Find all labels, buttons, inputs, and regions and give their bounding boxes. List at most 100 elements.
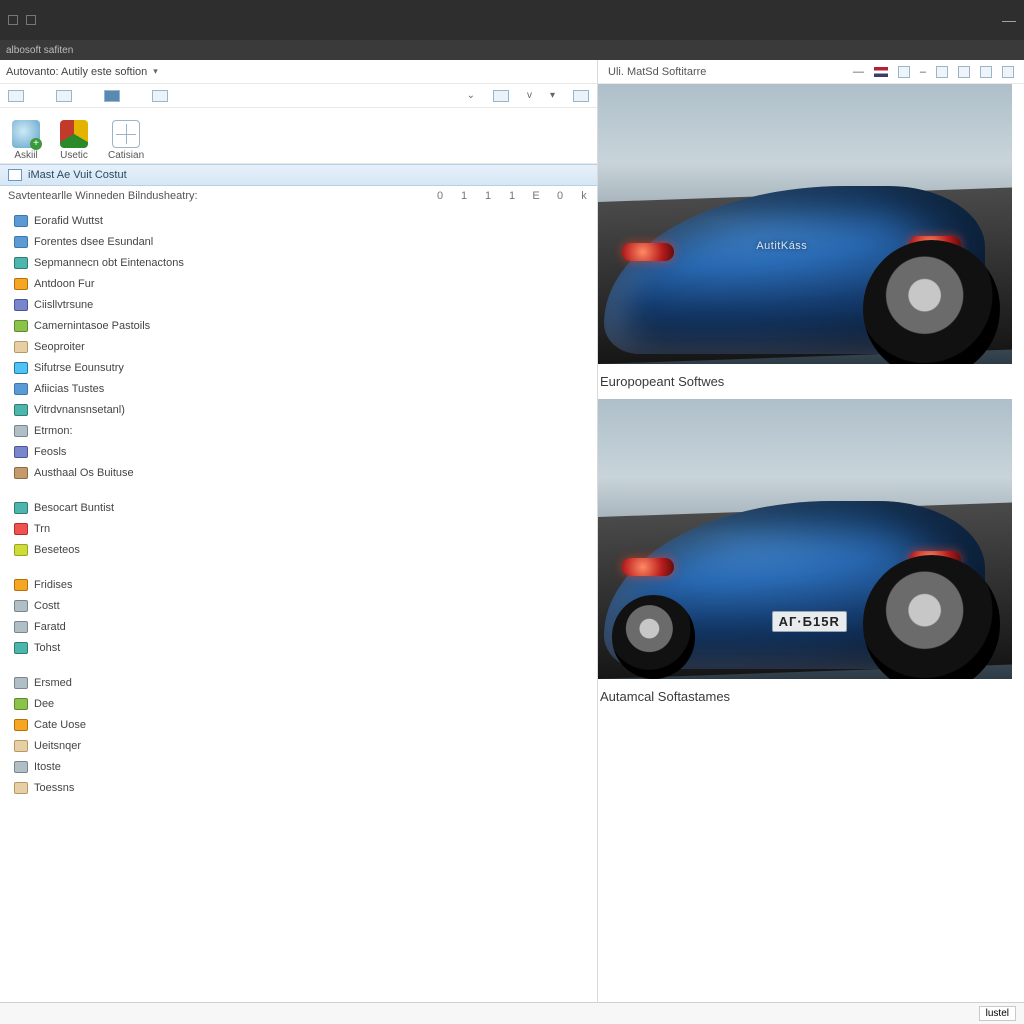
folder-icon [14, 215, 28, 227]
folder-icon [14, 383, 28, 395]
folder-icon [14, 341, 28, 353]
view-icon-5[interactable] [493, 90, 509, 102]
right-tool-icon-4[interactable] [980, 66, 992, 78]
tool-label: Catisian [108, 150, 144, 161]
dropdown-v-icon[interactable]: v [527, 90, 532, 101]
right-minimize[interactable]: — [853, 66, 864, 78]
product-card-1[interactable]: AutitKáss Europopeant Softwes [598, 84, 1024, 399]
tree-item[interactable]: Sifutrse Eounsutry [0, 357, 597, 378]
tree-item[interactable]: Vitrdvnansnsetanl) [0, 399, 597, 420]
window-minimize[interactable]: — [1002, 12, 1016, 28]
view-icon-3[interactable] [104, 90, 120, 102]
tree-item[interactable]: Etrmon: [0, 420, 597, 441]
tree-item[interactable]: Faratd [0, 616, 597, 637]
tree-item-label: Beseteos [34, 544, 80, 556]
tree-item[interactable]: Eorafid Wuttst [0, 210, 597, 231]
right-tool-icon[interactable] [898, 66, 910, 78]
wheel-icon [612, 595, 696, 679]
right-tool-icon-2[interactable] [936, 66, 948, 78]
product-caption-2: Autamcal Softastames [598, 679, 1024, 708]
tree-item[interactable]: Trn [0, 518, 597, 539]
folder-icon [14, 642, 28, 654]
taillight-icon [622, 558, 674, 576]
tally-cell: 1 [459, 190, 469, 202]
tool-askil[interactable]: Askiil [12, 120, 40, 161]
dropdown-dash-icon[interactable]: ▾ [550, 90, 555, 101]
tree-item[interactable]: Dee [0, 693, 597, 714]
tree-item[interactable]: Itoste [0, 756, 597, 777]
view-icon-1[interactable] [8, 90, 24, 102]
folder-icon [14, 677, 28, 689]
product-image-2: AГ·Б15R [598, 399, 1012, 679]
mini-ribbon: ⌄ v ▾ [0, 84, 597, 108]
right-tool-icon-3[interactable] [958, 66, 970, 78]
car-badge: AutitKáss [756, 240, 807, 252]
status-button[interactable]: lustel [979, 1006, 1016, 1021]
tree-item[interactable]: Beseteos [0, 539, 597, 560]
tree-item[interactable]: Afiicias Tustes [0, 378, 597, 399]
folder-icon [14, 761, 28, 773]
tree-item[interactable]: Toessns [0, 777, 597, 798]
view-icon-2[interactable] [56, 90, 72, 102]
tree-item[interactable]: Fridises [0, 574, 597, 595]
tree-item[interactable]: Sepmannecn obt Eintenactons [0, 252, 597, 273]
right-tool-icon-5[interactable] [1002, 66, 1014, 78]
folder-icon [14, 404, 28, 416]
category-label: iMast Ae Vuit Costut [28, 169, 127, 181]
tree-item-label: Itoste [34, 761, 61, 773]
tree-item[interactable]: Costt [0, 595, 597, 616]
tree-item[interactable]: Ersmed [0, 672, 597, 693]
tree-item[interactable]: Cate Uose [0, 714, 597, 735]
tally-cell: 0 [435, 190, 445, 202]
breadcrumb[interactable]: Autovanto: Autily este softion ▾ [0, 60, 597, 84]
folder-icon [14, 740, 28, 752]
tree-item[interactable]: Seoproiter [0, 336, 597, 357]
tree-item-label: Antdoon Fur [34, 278, 95, 290]
wheel-icon [863, 240, 1000, 364]
tool-usetic[interactable]: Usetic [60, 120, 88, 161]
folder-icon [14, 782, 28, 794]
section-tally: 0 1 1 1 E 0 k [435, 190, 589, 202]
folder-icon [14, 467, 28, 479]
right-panel: Uli. MatSd Softitarre — – AutitKáss [598, 60, 1024, 1002]
right-dash-icon[interactable]: – [920, 66, 926, 78]
folder-icon [14, 446, 28, 458]
folder-icon [14, 278, 28, 290]
tally-cell: 1 [507, 190, 517, 202]
tree-item[interactable]: Tohst [0, 637, 597, 658]
tree-item[interactable]: Feosls [0, 441, 597, 462]
tree-item[interactable]: Antdoon Fur [0, 273, 597, 294]
category-bar[interactable]: iMast Ae Vuit Costut [0, 164, 597, 186]
folder-icon [14, 257, 28, 269]
tree-item[interactable]: Forentes dsee Esundanl [0, 231, 597, 252]
tree-item-label: Faratd [34, 621, 66, 633]
folder-icon [14, 320, 28, 332]
view-icon-4[interactable] [152, 90, 168, 102]
window-subtitle: albosoft safiten [0, 40, 1024, 60]
dropdown-caret-icon[interactable]: ⌄ [467, 90, 475, 101]
tree-item-label: Dee [34, 698, 54, 710]
left-panel: Autovanto: Autily este softion ▾ ⌄ v ▾ A… [0, 60, 598, 1002]
tree-item-label: Ciisllvtrsune [34, 299, 93, 311]
folder-icon [14, 299, 28, 311]
flag-icon[interactable] [874, 67, 888, 77]
tree-item-label: Ueitsnqer [34, 740, 81, 752]
tree-item-label: Costt [34, 600, 60, 612]
view-icon-6[interactable] [573, 90, 589, 102]
tool-catisian[interactable]: Catisian [108, 120, 144, 161]
chevron-down-icon[interactable]: ▾ [153, 66, 158, 77]
tree-item-label: Sepmannecn obt Eintenactons [34, 257, 184, 269]
tree-item[interactable]: Ueitsnqer [0, 735, 597, 756]
category-icon [8, 169, 22, 181]
tree-item[interactable]: Austhaal Os Buituse [0, 462, 597, 483]
tree-item[interactable]: Besocart Buntist [0, 497, 597, 518]
tally-cell: 0 [555, 190, 565, 202]
tally-cell: E [531, 190, 541, 202]
tree-item-label: Afiicias Tustes [34, 383, 104, 395]
right-header: Uli. MatSd Softitarre — – [598, 60, 1024, 84]
tree-item[interactable]: Ciisllvtrsune [0, 294, 597, 315]
folder-icon [14, 579, 28, 591]
tally-cell: k [579, 190, 589, 202]
product-card-2[interactable]: AГ·Б15R Autamcal Softastames [598, 399, 1024, 714]
tree-item[interactable]: Camernintasoe Pastoils [0, 315, 597, 336]
